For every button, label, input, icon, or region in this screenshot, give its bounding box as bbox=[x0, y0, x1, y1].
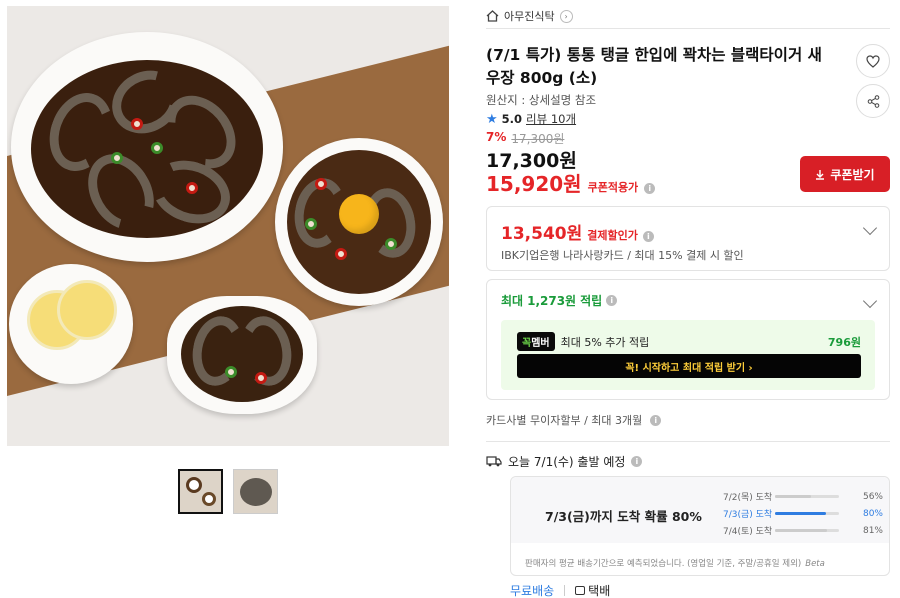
coupon-price-row: 15,920원 쿠폰적용가 i bbox=[486, 168, 656, 197]
delivery-row: 7/3(금) 도착 80% bbox=[723, 507, 883, 521]
payment-discount-desc: IBK기업은행 나라사랑카드 / 최대 15% 결제 시 할인 bbox=[501, 249, 744, 262]
chevron-right-icon: › bbox=[559, 9, 573, 23]
membership-text: 최대 5% 추가 적립 bbox=[560, 335, 650, 349]
delivery-row-label: 7/3(금) 도착 bbox=[723, 510, 773, 520]
share-button[interactable] bbox=[856, 84, 890, 118]
installment-info: 카드사별 무이자할부 / 최대 3개월 i bbox=[486, 412, 662, 428]
delivery-row-percent: 56% bbox=[862, 491, 883, 502]
membership-points: 796원 bbox=[827, 335, 861, 349]
delivery-probability-bar bbox=[775, 512, 839, 515]
rating-row: ★ 5.0 리뷰 10개 bbox=[486, 111, 576, 127]
box-icon bbox=[575, 586, 586, 595]
info-icon[interactable]: i bbox=[606, 295, 618, 306]
store-name: 아무진식탁 bbox=[504, 10, 555, 23]
info-icon[interactable]: i bbox=[650, 414, 662, 426]
discount-percent: 7% bbox=[486, 130, 507, 144]
delivery-probability-fill bbox=[775, 512, 827, 515]
points-suffix: 적립 bbox=[580, 294, 603, 308]
membership-box: 꼭멤버 최대 5% 추가 적립 796원 꼭! 시작하고 최대 적립 받기 › bbox=[501, 320, 875, 390]
delivery-summary: 7/3(금)까지 도착 확률 80% bbox=[545, 509, 702, 524]
delivery-probability-bar bbox=[775, 529, 839, 532]
delivery-probability-box: 7/3(금)까지 도착 확률 80% 7/2(목) 도착 56% 7/3(금) 도착… bbox=[510, 476, 890, 576]
large-bowl bbox=[11, 32, 283, 262]
rating-score: 5.0 bbox=[501, 112, 523, 126]
beta-label: Beta bbox=[805, 559, 825, 569]
delivery-row: 7/2(목) 도착 56% bbox=[723, 490, 883, 504]
thumbnail-2[interactable] bbox=[233, 469, 278, 514]
delivery-probability-bar bbox=[775, 495, 839, 498]
chevron-down-icon[interactable] bbox=[862, 220, 878, 236]
departure-text: 오늘 7/1(수) 출발 예정 bbox=[508, 455, 626, 469]
heart-icon bbox=[866, 54, 880, 68]
delivery-note-text: 판매자의 평균 배송기간으로 예측되었습니다. (영업일 기준, 주말/공휴일 … bbox=[525, 559, 802, 569]
coupon-price-label: 쿠폰적용가 bbox=[587, 181, 639, 194]
small-bowl bbox=[167, 296, 317, 414]
reviews-link[interactable]: 리뷰 10개 bbox=[526, 111, 576, 127]
discount-row: 7% 17,300원 bbox=[486, 130, 564, 147]
truck-icon bbox=[486, 456, 502, 467]
share-icon bbox=[867, 94, 879, 108]
wishlist-button[interactable] bbox=[856, 44, 890, 78]
thumbnail-1[interactable] bbox=[178, 469, 223, 514]
delivery-row: 7/4(토) 도착 81% bbox=[723, 524, 883, 538]
star-icon: ★ bbox=[486, 111, 498, 127]
download-icon bbox=[816, 169, 825, 180]
membership-cta-button[interactable]: 꼭! 시작하고 최대 적립 받기 › bbox=[517, 354, 861, 378]
delivery-note: 판매자의 평균 배송기간으로 예측되었습니다. (영업일 기준, 주말/공휴일 … bbox=[525, 557, 825, 569]
membership-badge-a: 꼭 bbox=[522, 338, 532, 349]
delivery-row-label: 7/2(목) 도착 bbox=[723, 493, 773, 503]
shipping-departure: 오늘 7/1(수) 출발 예정 i bbox=[486, 453, 643, 470]
coupon-download-label: 쿠폰받기 bbox=[830, 167, 875, 182]
delivery-probability-fill bbox=[775, 495, 811, 498]
store-link[interactable]: 아무진식탁 › bbox=[486, 8, 573, 24]
shipping-type: 택배 bbox=[575, 582, 610, 598]
product-title: (7/1 특가) 통통 탱글 한입에 꽉차는 블랙타이거 새우장 800g (소… bbox=[486, 46, 822, 87]
membership-badge: 꼭멤버 bbox=[517, 332, 555, 351]
coupon-price: 15,920원 bbox=[486, 172, 582, 196]
delivery-probability-fill bbox=[775, 529, 827, 532]
points-prefix: 최대 bbox=[501, 294, 524, 308]
lemon-dish bbox=[9, 264, 133, 384]
divider bbox=[486, 28, 890, 29]
chevron-down-icon[interactable] bbox=[862, 293, 878, 309]
points-header: 최대 1,273원 적립 i bbox=[501, 292, 618, 309]
divider bbox=[564, 585, 566, 596]
points-card: 최대 1,273원 적립 i 꼭멤버 최대 5% 추가 적립 796원 꼭! 시… bbox=[486, 279, 890, 400]
original-price: 17,300원 bbox=[511, 132, 565, 146]
origin-text: 원산지 : 상세설명 참조 bbox=[486, 93, 597, 107]
home-icon bbox=[486, 10, 499, 22]
divider bbox=[486, 441, 890, 442]
delivery-row-percent: 80% bbox=[862, 508, 883, 519]
points-amount: 1,273원 bbox=[527, 294, 577, 308]
coupon-download-button[interactable]: 쿠폰받기 bbox=[800, 156, 890, 192]
payment-discount-card[interactable]: 13,540원 결제할인가 i IBK기업은행 나라사랑카드 / 최대 15% … bbox=[486, 206, 890, 271]
shipping-options: 무료배송 택배 bbox=[510, 582, 610, 598]
payment-discount-amount: 13,540원 bbox=[501, 224, 583, 244]
payment-discount-label: 결제할인가 bbox=[587, 229, 638, 242]
free-shipping-label: 무료배송 bbox=[510, 584, 555, 598]
product-main-image bbox=[7, 6, 449, 446]
thumbnail-list bbox=[178, 469, 278, 514]
delivery-row-percent: 81% bbox=[862, 525, 883, 536]
info-icon[interactable]: i bbox=[644, 183, 656, 194]
delivery-row-label: 7/4(토) 도착 bbox=[723, 527, 773, 537]
installment-text: 카드사별 무이자할부 / 최대 3개월 bbox=[486, 414, 643, 427]
info-icon[interactable]: i bbox=[642, 231, 654, 242]
shipping-type-label: 택배 bbox=[588, 584, 611, 598]
info-icon[interactable]: i bbox=[631, 456, 643, 467]
egg-bowl bbox=[275, 138, 443, 306]
membership-badge-b: 멤버 bbox=[531, 338, 550, 349]
